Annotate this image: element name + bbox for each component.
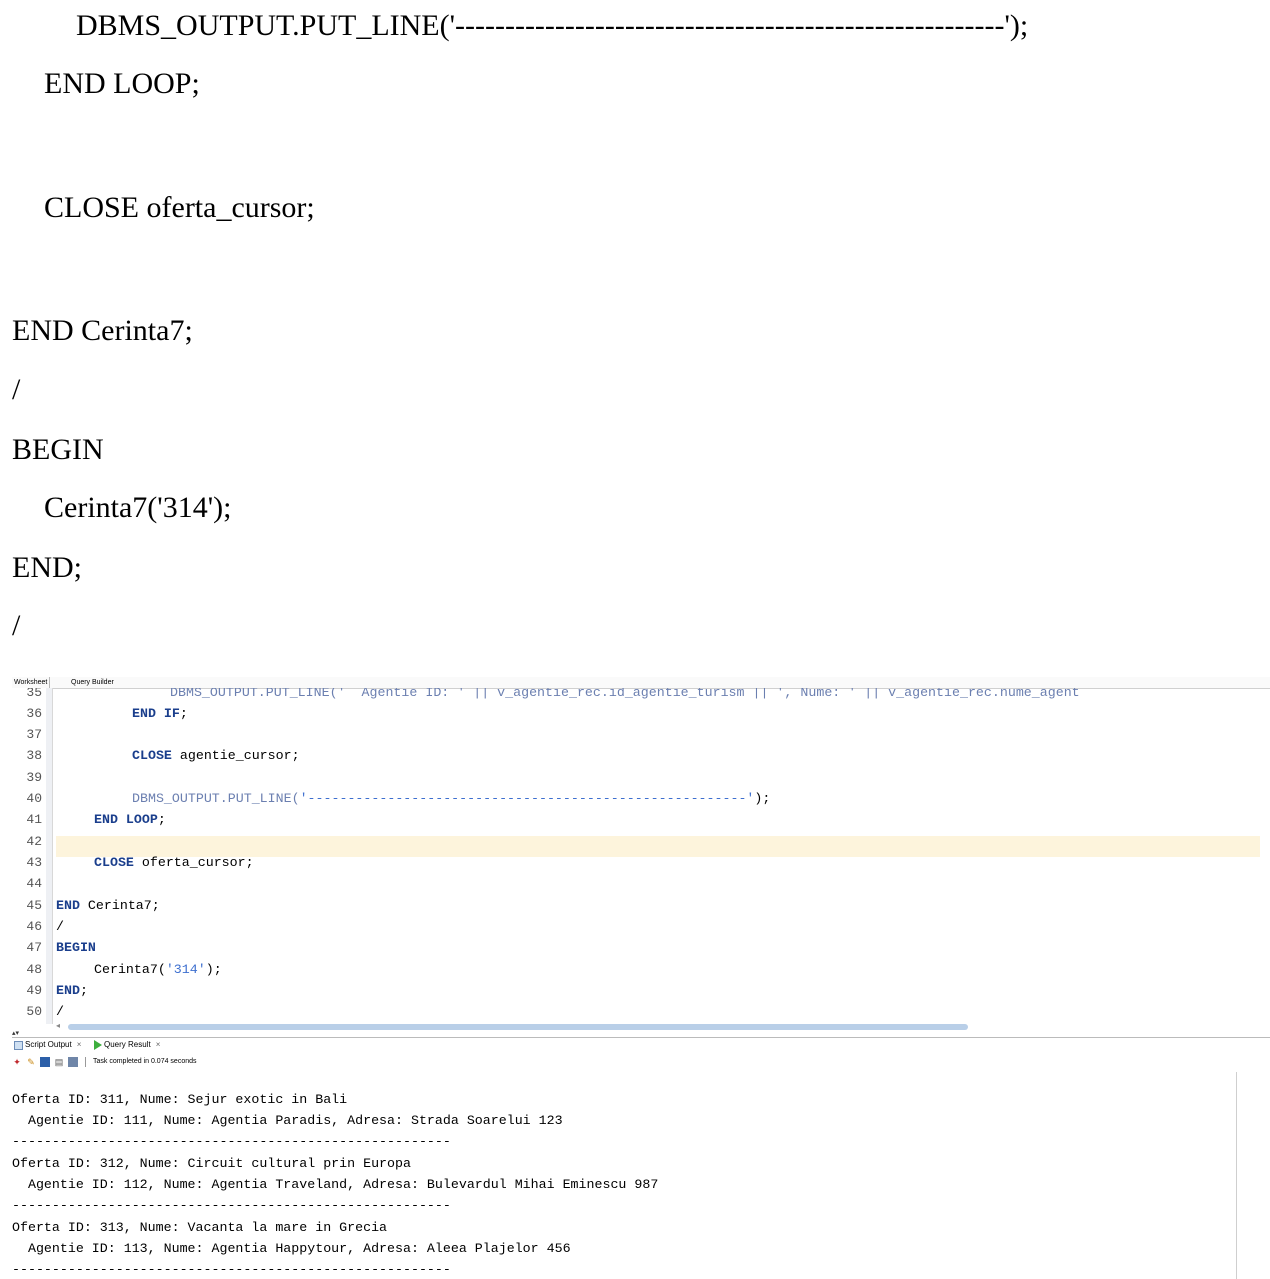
output-line: Agentie ID: 113, Nume: Agentia Happytour… [12, 1241, 571, 1256]
doc-line-slash-2: / [12, 609, 21, 642]
output-line: Agentie ID: 111, Nume: Agentia Paradis, … [12, 1113, 563, 1128]
line-number: 48 [26, 962, 42, 977]
output-line: Oferta ID: 313, Nume: Vacanta la mare in… [12, 1220, 388, 1235]
doc-line-begin: BEGIN [12, 433, 104, 466]
code-line: DBMS_OUTPUT.PUT_LINE(' Agentie ID: ' || … [170, 688, 1080, 703]
line-number: 35 [26, 688, 42, 700]
output-tab-bar: Script Output × Query Result × [12, 1038, 1270, 1052]
pin-icon[interactable]: ✦ [12, 1057, 22, 1067]
code-editor[interactable]: 35 36 37 38 39 40 41 42 43 44 45 46 47 4… [12, 688, 1260, 1024]
code-line: DBMS_OUTPUT.PUT_LINE('------------------… [132, 788, 770, 809]
code-token: / [56, 1004, 64, 1019]
code-keyword: CLOSE [94, 855, 134, 870]
tab-label: Query Result [104, 1040, 151, 1049]
ide-screenshot: Worksheet Query Builder 35 36 37 38 39 4… [12, 677, 1270, 1279]
code-token: ; [157, 812, 166, 827]
line-number: 39 [26, 770, 42, 785]
tab-query-result[interactable]: Query Result × [94, 1038, 160, 1052]
code-token: ; [79, 983, 88, 998]
output-line: Agentie ID: 112, Nume: Agentia Traveland… [12, 1177, 659, 1192]
eraser-icon[interactable]: ✎ [26, 1057, 36, 1067]
tab-script-output[interactable]: Script Output × [14, 1038, 81, 1052]
code-line: Cerinta7('314'); [94, 959, 222, 980]
line-number: 37 [26, 727, 42, 742]
line-number: 47 [26, 940, 42, 955]
code-keyword: END IF [132, 706, 180, 721]
line-number: 36 [26, 706, 42, 721]
code-line: END LOOP; [94, 809, 166, 830]
code-keyword: END [56, 898, 80, 913]
task-status: Task completed in 0.074 seconds [93, 1058, 197, 1065]
code-line: / [56, 1001, 64, 1022]
toolbar-divider [85, 1057, 86, 1067]
doc-line-slash-1: / [12, 373, 21, 406]
line-number: 45 [26, 898, 42, 913]
line-number: 41 [26, 812, 42, 827]
code-string: '---------------------------------------… [299, 791, 755, 806]
output-line: ----------------------------------------… [12, 1198, 451, 1213]
script-output-pane[interactable]: Oferta ID: 311, Nume: Sejur exotic in Ba… [12, 1072, 1237, 1279]
doc-line-close-cursor: CLOSE oferta_cursor; [44, 191, 315, 224]
scroll-left-icon[interactable]: ◂ [56, 1021, 60, 1030]
horizontal-scrollbar[interactable]: ◂ [56, 1021, 1260, 1030]
export-icon[interactable] [68, 1057, 78, 1067]
code-line: BEGIN [56, 937, 96, 958]
code-keyword: END [56, 983, 80, 998]
code-function: DBMS_OUTPUT.PUT_LINE( [132, 791, 300, 806]
output-line: Oferta ID: 311, Nume: Sejur exotic in Ba… [12, 1092, 348, 1107]
tab-query-builder[interactable]: Query Builder [69, 677, 116, 688]
line-number: 43 [26, 855, 42, 870]
splitter-arrows-icon[interactable]: ▴▾ [12, 1029, 19, 1037]
output-line: ----------------------------------------… [12, 1262, 451, 1277]
script-output-icon [14, 1040, 23, 1050]
doc-line-end-cerinta: END Cerinta7; [12, 314, 193, 347]
code-line: END; [56, 980, 88, 1001]
save-icon[interactable] [40, 1057, 50, 1067]
doc-line-end: END; [12, 551, 82, 584]
print-icon[interactable]: ▤ [54, 1057, 64, 1067]
line-number: 40 [26, 791, 42, 806]
close-icon[interactable]: × [156, 1038, 161, 1052]
line-number: 38 [26, 748, 42, 763]
code-token: oferta_cursor; [133, 855, 254, 870]
line-number: 46 [26, 919, 42, 934]
play-icon [94, 1040, 102, 1050]
tab-worksheet[interactable]: Worksheet [12, 677, 51, 688]
line-number: 49 [26, 983, 42, 998]
close-icon[interactable]: × [77, 1038, 82, 1052]
line-number: 50 [26, 1004, 42, 1019]
doc-line-end-loop: END LOOP; [44, 67, 200, 100]
code-token: DBMS_OUTPUT.PUT_LINE(' Agentie ID: ' || … [170, 688, 1080, 700]
output-line: ----------------------------------------… [12, 1134, 451, 1149]
line-number: 42 [26, 834, 42, 849]
code-line: CLOSE agentie_cursor; [132, 745, 300, 766]
code-token: Cerinta7( [94, 962, 166, 977]
code-string: '314' [165, 962, 206, 977]
code-token: ; [179, 706, 188, 721]
code-line: / [56, 916, 64, 937]
code-token: / [56, 919, 64, 934]
scrollbar-thumb[interactable] [68, 1024, 968, 1030]
code-token: Cerinta7; [79, 898, 160, 913]
code-token: agentie_cursor; [171, 748, 300, 763]
output-toolbar: ✦ ✎ ▤ Task completed in 0.074 seconds [12, 1055, 1270, 1069]
code-keyword: CLOSE [132, 748, 172, 763]
panel-splitter[interactable]: ▴▾ [12, 1029, 1270, 1038]
line-number: 44 [26, 876, 42, 891]
gutter-border [52, 688, 53, 1024]
code-line: CLOSE oferta_cursor; [94, 852, 254, 873]
code-token: ); [754, 791, 771, 806]
doc-line-put-line: DBMS_OUTPUT.PUT_LINE('------------------… [76, 9, 1029, 42]
code-keyword: END LOOP [94, 812, 158, 827]
doc-line-call: Cerinta7('314'); [44, 491, 232, 524]
code-line: END Cerinta7; [56, 895, 160, 916]
tab-label: Script Output [25, 1040, 72, 1049]
output-line: Oferta ID: 312, Nume: Circuit cultural p… [12, 1156, 411, 1171]
code-keyword: BEGIN [56, 940, 96, 955]
code-token: ); [205, 962, 222, 977]
code-line: END IF; [132, 703, 188, 724]
